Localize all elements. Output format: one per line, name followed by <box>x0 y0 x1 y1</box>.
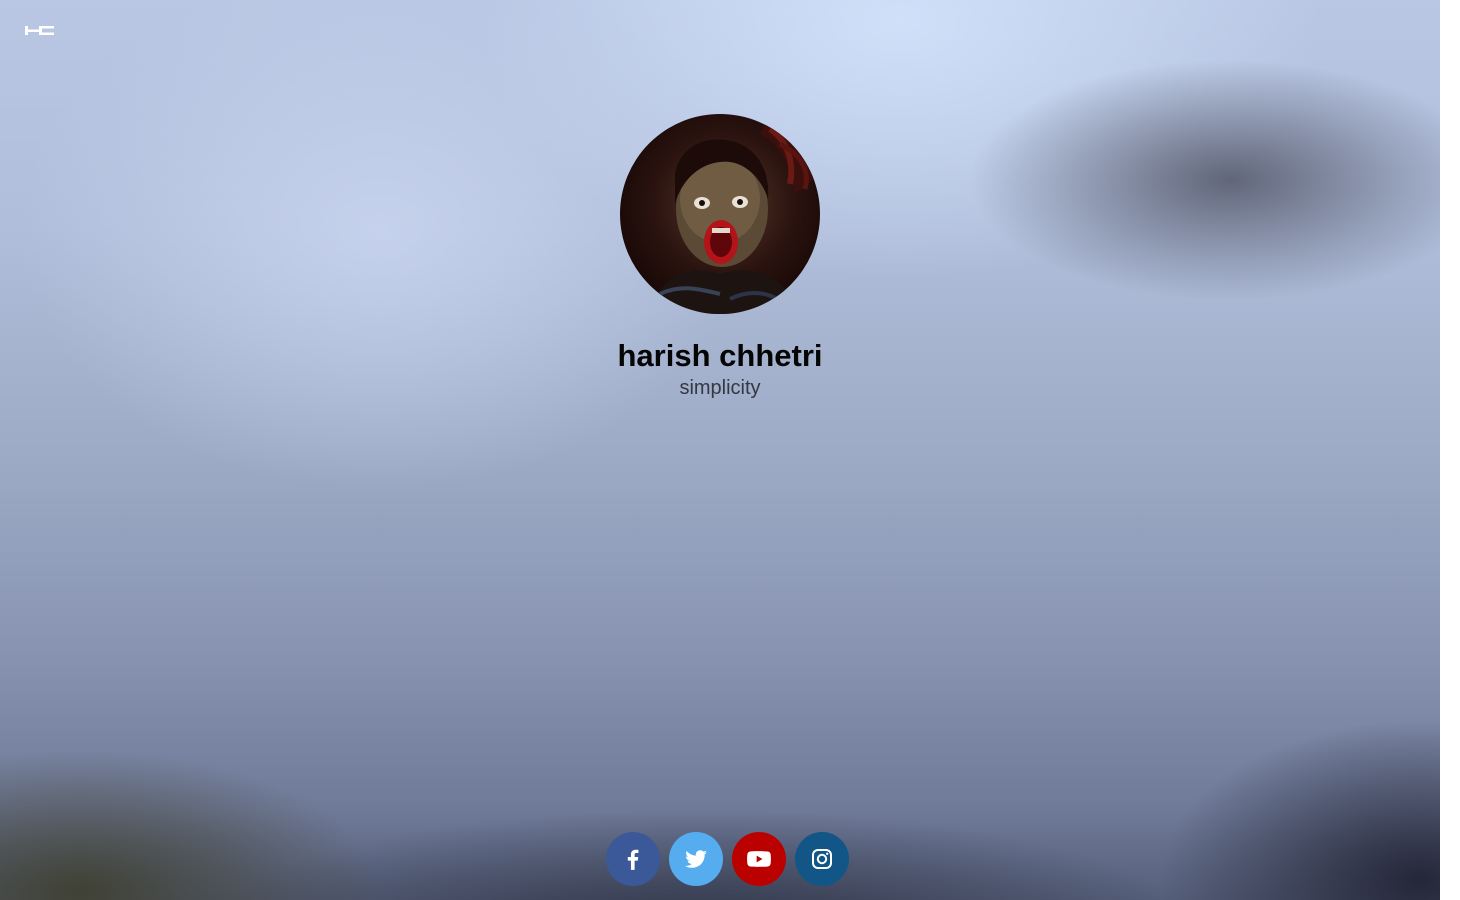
youtube-icon <box>747 851 771 867</box>
twitter-button[interactable] <box>669 832 723 886</box>
twitter-icon <box>685 850 707 868</box>
avatar <box>620 114 820 314</box>
hc-monogram-icon <box>25 26 54 35</box>
background: harish chhetri simplicity <box>0 0 1440 900</box>
social-links <box>606 832 849 886</box>
profile-tagline: simplicity <box>679 377 761 399</box>
instagram-icon <box>812 849 832 869</box>
facebook-icon <box>627 849 639 870</box>
site-logo[interactable] <box>25 23 54 37</box>
profile-name: harish chhetri <box>617 338 823 373</box>
facebook-button[interactable] <box>606 832 660 886</box>
avatar-portrait <box>650 114 820 314</box>
youtube-button[interactable] <box>732 832 786 886</box>
profile-card: harish chhetri simplicity <box>0 114 1440 400</box>
instagram-button[interactable] <box>795 832 849 886</box>
